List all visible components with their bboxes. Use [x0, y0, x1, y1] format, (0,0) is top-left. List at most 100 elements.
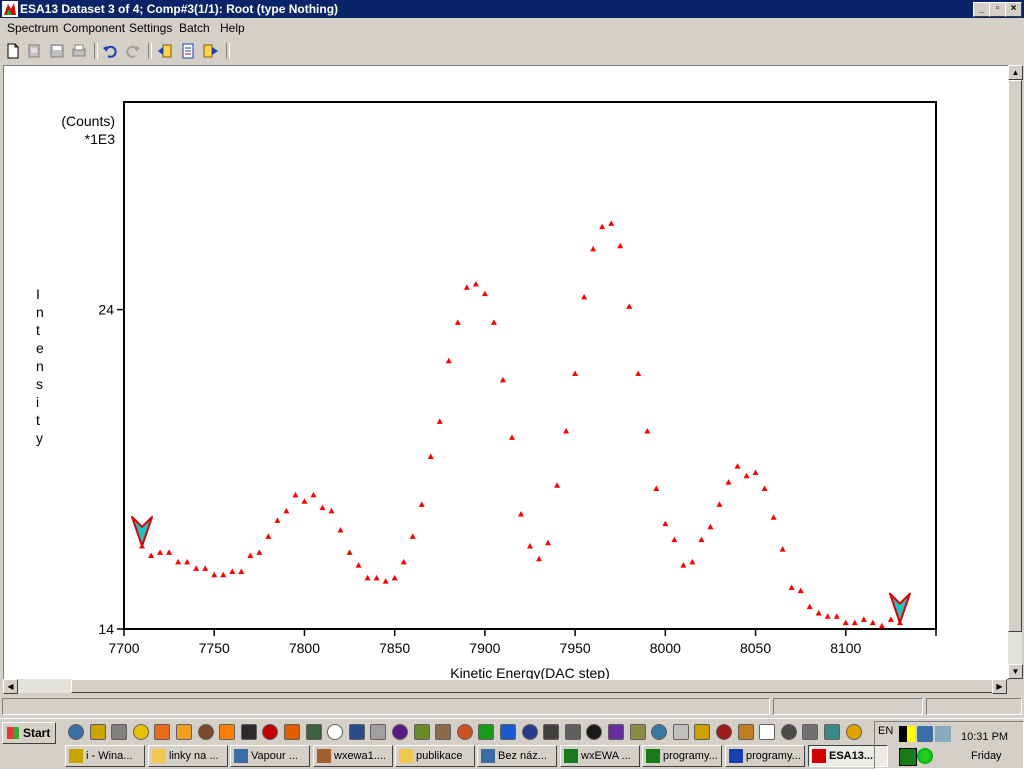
- x-tick-label: 7950: [560, 640, 591, 656]
- flash-icon[interactable]: [132, 724, 149, 740]
- disk-icon[interactable]: [111, 724, 128, 740]
- taskbar-button[interactable]: programy...: [725, 745, 805, 767]
- y-unit-counts: (Counts): [61, 113, 115, 129]
- import-icon[interactable]: [157, 43, 173, 59]
- taskbar-button[interactable]: Vapour ...: [230, 745, 310, 767]
- scroll-down-button[interactable]: ▼: [1008, 664, 1023, 679]
- chart-area[interactable]: (Counts) *1E3 Intensity Kinetic Energy(D…: [3, 65, 1009, 680]
- disk2-icon[interactable]: [543, 724, 560, 740]
- status-bar: [0, 696, 1024, 716]
- x-tick-label: 7800: [289, 640, 320, 656]
- print-icon[interactable]: [71, 43, 87, 59]
- open-icon[interactable]: [26, 43, 42, 59]
- chip-icon[interactable]: [824, 724, 840, 740]
- eye-icon[interactable]: [240, 724, 257, 740]
- monitor-icon[interactable]: [899, 748, 917, 766]
- menu-bar: Spectrum Component Settings Batch Help: [0, 18, 1024, 38]
- undo-icon[interactable]: [102, 43, 118, 59]
- scroll-left-button[interactable]: ◀: [3, 679, 18, 694]
- menu-settings[interactable]: Settings: [129, 21, 172, 35]
- maximize-button[interactable]: ▫: [989, 2, 1006, 17]
- taskbar-button[interactable]: publikace: [395, 745, 475, 767]
- system-tray: EN 10:31 PM Friday: [874, 721, 1024, 769]
- orange-icon[interactable]: [176, 724, 192, 740]
- taskbar-button-label: programy...: [746, 750, 801, 762]
- taskbar-button-label: wxEWA ...: [581, 750, 631, 762]
- close-red-icon[interactable]: [262, 724, 279, 740]
- matlab-icon[interactable]: [284, 724, 300, 740]
- close-button[interactable]: ×: [1005, 2, 1022, 17]
- lock-icon[interactable]: [802, 724, 819, 740]
- taskbar-button-label: Bez náz...: [498, 750, 547, 762]
- export-icon[interactable]: [203, 43, 219, 59]
- vertical-scroll-thumb[interactable]: [1008, 80, 1022, 632]
- star-icon[interactable]: [845, 724, 862, 740]
- grid-icon[interactable]: [413, 724, 430, 740]
- fox-icon[interactable]: [456, 724, 473, 740]
- taskbar-button[interactable]: Bez náz...: [477, 745, 557, 767]
- redo-icon[interactable]: [125, 43, 141, 59]
- ie-icon[interactable]: [68, 724, 84, 740]
- title-bar[interactable]: ESA13 Dataset 3 of 4; Comp#3(1/1): Root …: [0, 0, 1024, 18]
- clock-time[interactable]: 10:31 PM: [961, 731, 1008, 743]
- horizontal-scrollbar[interactable]: ◀ ▶: [3, 679, 1007, 694]
- scroll-up-button[interactable]: ▲: [1008, 65, 1023, 80]
- pen2-icon[interactable]: [737, 724, 754, 740]
- notepad-icon[interactable]: [327, 724, 344, 740]
- language-indicator[interactable]: EN: [878, 725, 893, 741]
- taskbar-button[interactable]: wxEWA ...: [560, 745, 640, 767]
- purple-icon[interactable]: [608, 724, 624, 740]
- scroll-right-button[interactable]: ▶: [992, 679, 1007, 694]
- tray-app-icon[interactable]: [899, 726, 915, 742]
- coffee-icon[interactable]: [197, 724, 214, 740]
- taskbar-button[interactable]: programy...: [642, 745, 722, 767]
- taskbar-button[interactable]: i - Wina...: [65, 745, 145, 767]
- toolbar: [0, 40, 1024, 62]
- taskbar-button-label: linky na ...: [169, 750, 219, 762]
- g-icon[interactable]: [586, 724, 603, 740]
- stack-icon[interactable]: [629, 724, 646, 740]
- floppy-icon[interactable]: [521, 724, 538, 740]
- e-icon[interactable]: [500, 724, 516, 740]
- menu-component[interactable]: Component: [63, 21, 125, 35]
- taskbar-button[interactable]: wxewa1....: [313, 745, 393, 767]
- no-icon[interactable]: [392, 724, 408, 740]
- taskbar-button-label: wxewa1....: [334, 750, 386, 762]
- minimize-button[interactable]: _: [973, 2, 990, 17]
- window-title: ESA13 Dataset 3 of 4; Comp#3(1/1): Root …: [20, 2, 339, 16]
- new-file-icon[interactable]: [5, 43, 21, 59]
- status-panel-2: [773, 698, 923, 715]
- cd-icon[interactable]: [672, 724, 689, 740]
- windows-logo-icon: [7, 727, 19, 739]
- hand-icon[interactable]: [694, 724, 711, 740]
- menu-help[interactable]: Help: [220, 21, 245, 35]
- vertical-scrollbar[interactable]: ▲ ▼: [1008, 65, 1023, 679]
- network-icon[interactable]: [917, 726, 933, 742]
- start-button[interactable]: Start: [2, 722, 56, 744]
- s-icon[interactable]: [370, 724, 387, 740]
- pen-icon[interactable]: [89, 724, 106, 740]
- monitor-icon[interactable]: [651, 724, 668, 740]
- bug-icon[interactable]: [716, 724, 732, 740]
- save-icon[interactable]: [49, 43, 65, 59]
- taskbar-button[interactable]: linky na ...: [148, 745, 228, 767]
- status-panel-main: [2, 698, 770, 715]
- report-icon[interactable]: [180, 43, 196, 59]
- photo-icon[interactable]: [435, 724, 452, 740]
- icq-icon[interactable]: [917, 748, 933, 764]
- firefox-icon[interactable]: [154, 724, 171, 740]
- display-icon[interactable]: [935, 726, 951, 742]
- vlc-icon[interactable]: [219, 724, 236, 740]
- menu-spectrum[interactable]: Spectrum: [7, 21, 58, 35]
- terminal-icon[interactable]: [305, 724, 322, 740]
- x-icon[interactable]: [759, 724, 776, 740]
- print-icon[interactable]: [780, 724, 797, 740]
- spectrum-chart[interactable]: (Counts) *1E3 Intensity Kinetic Energy(D…: [4, 66, 1008, 679]
- camera-icon[interactable]: [564, 724, 581, 740]
- x-tick-label: 8050: [740, 640, 771, 656]
- horizontal-scroll-thumb[interactable]: [71, 679, 995, 693]
- menu-batch[interactable]: Batch: [179, 21, 210, 35]
- toolbar-separator: [148, 43, 152, 59]
- flower-icon[interactable]: [478, 724, 495, 740]
- books-icon[interactable]: [348, 724, 365, 740]
